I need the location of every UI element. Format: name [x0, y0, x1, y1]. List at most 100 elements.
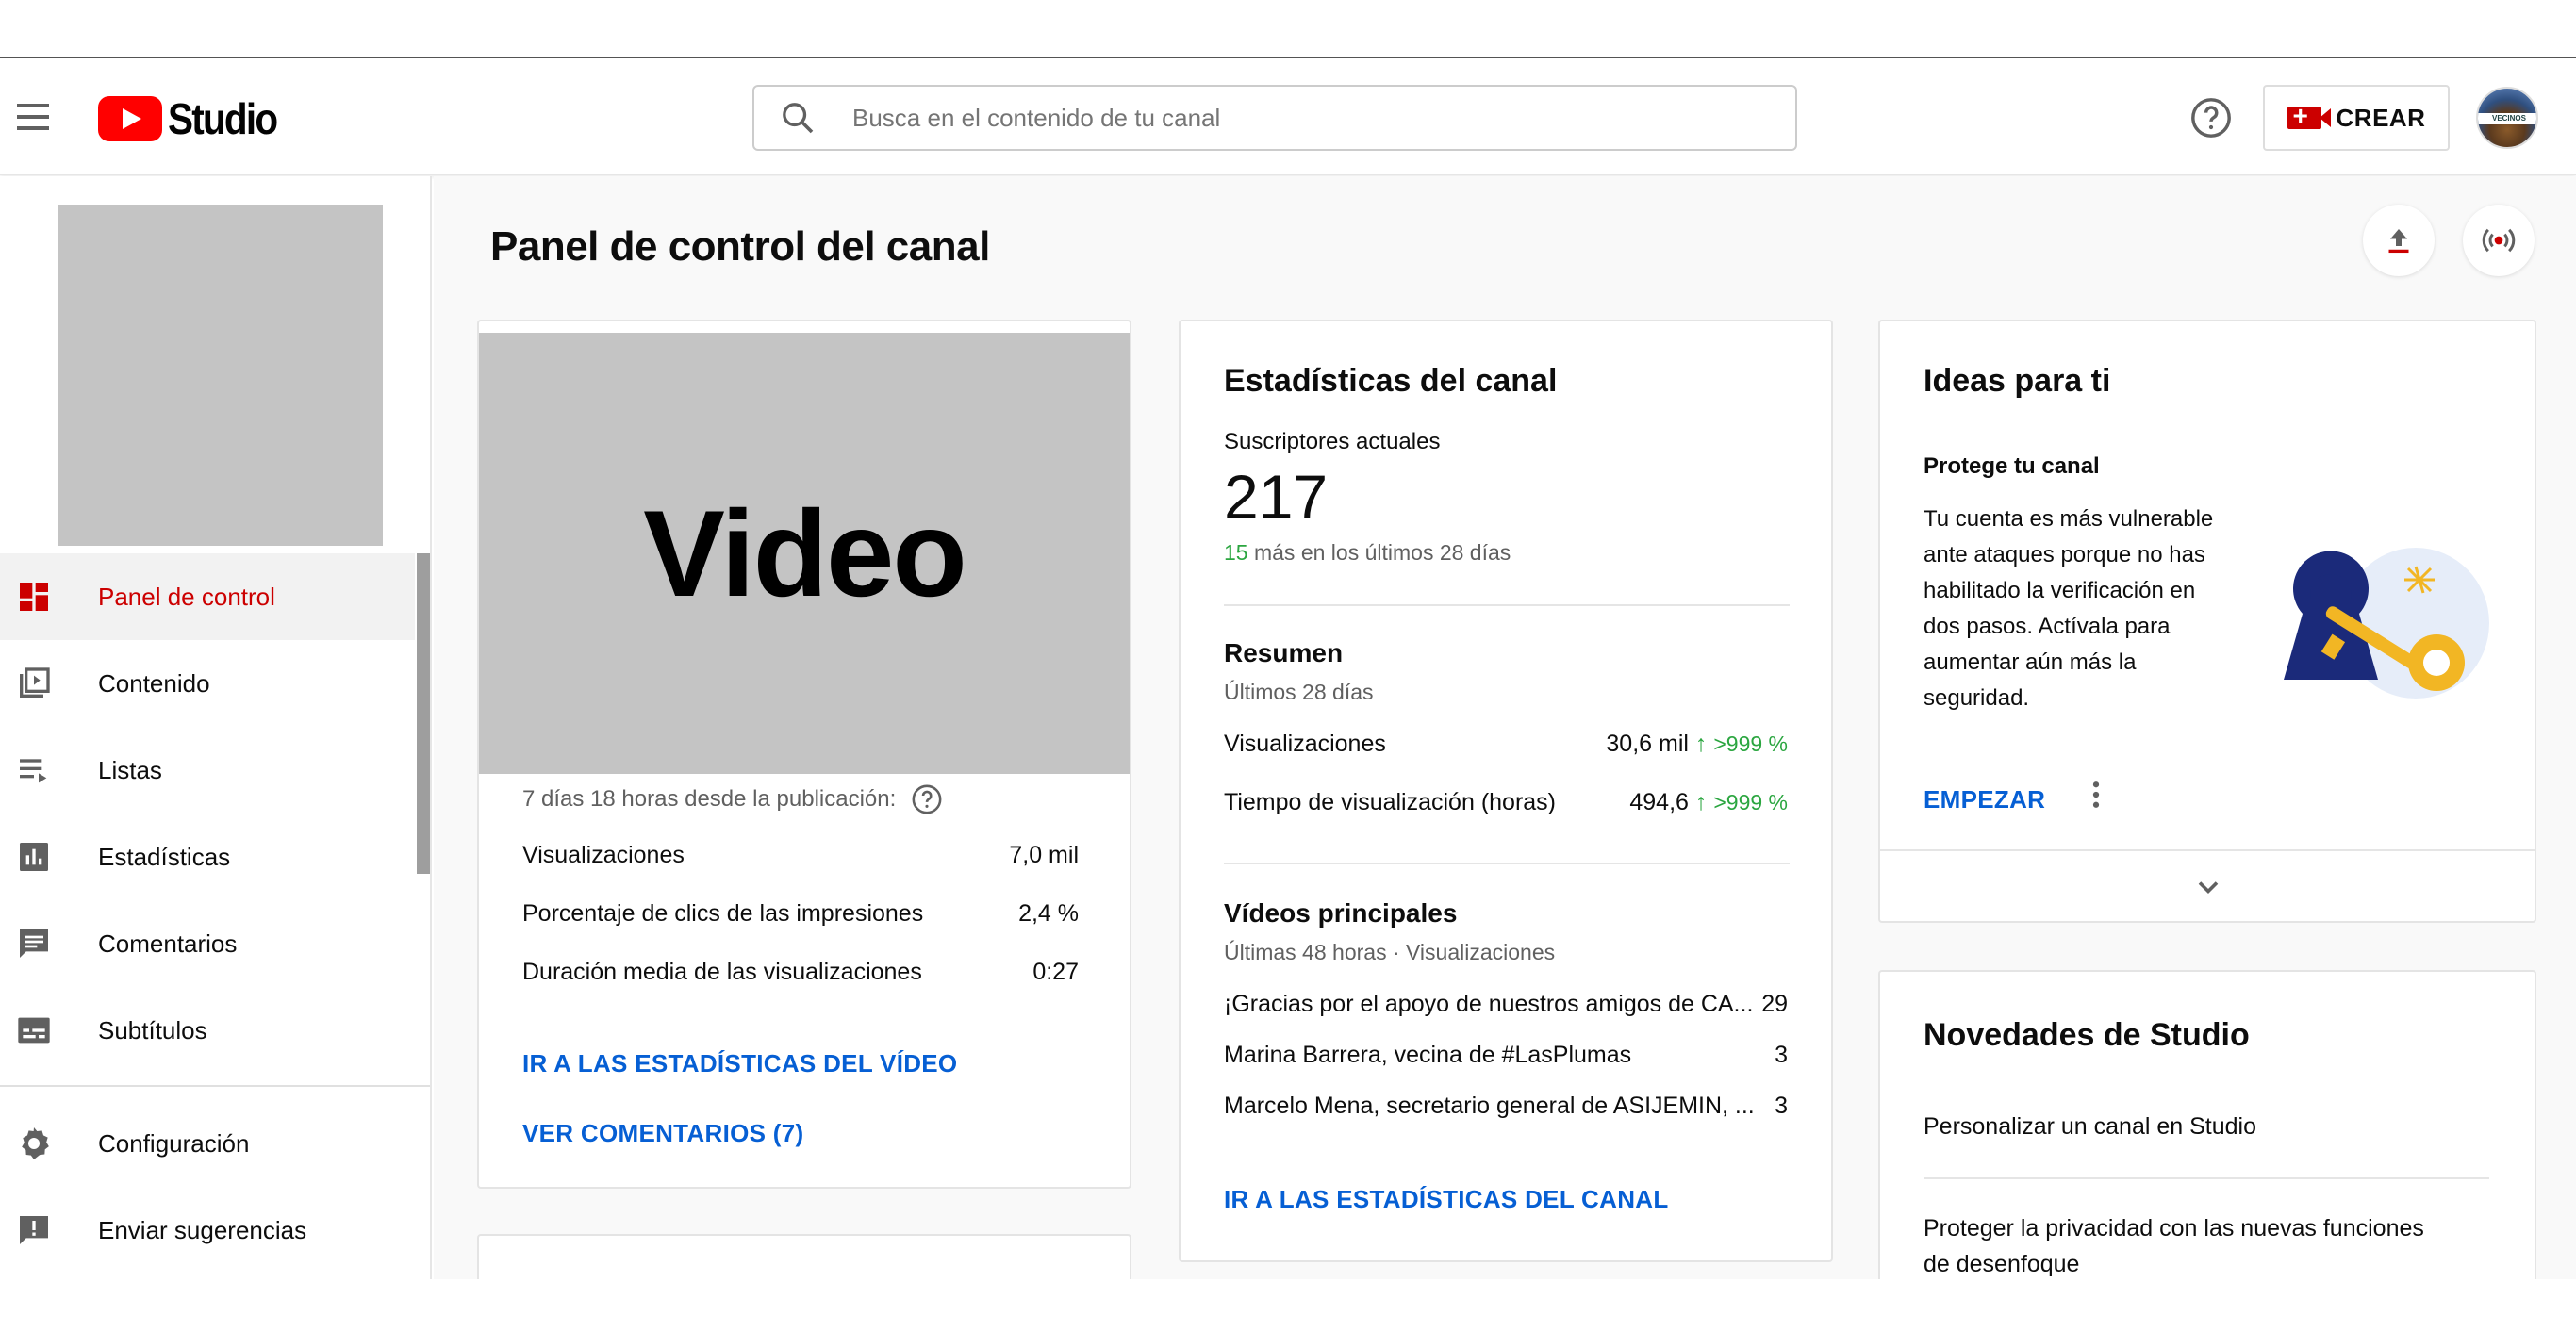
- since-text: 7 días 18 horas desde la publicación:: [522, 786, 897, 812]
- sidebar-item-label: Listas: [98, 755, 162, 784]
- divider: [1224, 863, 1790, 864]
- news-item[interactable]: Personalizar un canal en Studio: [1924, 1113, 2256, 1141]
- app-header: Studio CREAR VECINOS: [0, 58, 2576, 175]
- upload-button[interactable]: [2363, 205, 2435, 276]
- sidebar-item-content[interactable]: Contenido: [0, 640, 415, 727]
- ideas-card: Ideas para ti Protege tu canal Tu cuenta…: [1878, 320, 2536, 923]
- video-stats-link[interactable]: IR A LAS ESTADÍSTICAS DEL VÍDEO: [522, 1049, 957, 1078]
- sidebar-scrollbar[interactable]: [417, 553, 430, 874]
- metric-value: 7,0 mil: [1009, 842, 1079, 868]
- top-video-title[interactable]: ¡Gracias por el apoyo de nuestros amigos…: [1224, 991, 1753, 1018]
- sidebar-item-label: Enviar sugerencias: [98, 1215, 307, 1244]
- studio-news-card: Novedades de Studio Personalizar un cana…: [1878, 970, 2536, 1279]
- sidebar-item-playlists[interactable]: Listas: [0, 727, 415, 814]
- card-title: Estadísticas del canal: [1224, 363, 1558, 399]
- idea-body-line: seguridad.: [1924, 685, 2030, 711]
- comment-icon: [15, 925, 53, 962]
- sidebar: Panel de control Contenido Listas Estadí…: [0, 176, 432, 1279]
- sidebar-item-settings[interactable]: Configuración: [0, 1100, 415, 1187]
- sidebar-item-label: Estadísticas: [98, 842, 231, 871]
- idea-subtitle: Protege tu canal: [1924, 453, 2100, 479]
- search-box[interactable]: [752, 85, 1797, 151]
- help-icon[interactable]: [2189, 96, 2233, 140]
- idea-body-line: ante ataques porque no has: [1924, 542, 2205, 567]
- summary-subtitle: Últimos 28 días: [1224, 680, 1374, 704]
- divider: [1224, 604, 1790, 606]
- metric-label: Visualizaciones: [522, 842, 685, 868]
- sidebar-item-label: Panel de control: [98, 582, 275, 611]
- top-video-title[interactable]: Marina Barrera, vecina de #LasPlumas: [1224, 1042, 1631, 1069]
- create-label: CREAR: [2336, 103, 2426, 132]
- divider: [1924, 1177, 2489, 1179]
- live-button[interactable]: [2463, 205, 2535, 276]
- get-started-button[interactable]: EMPEZAR: [1924, 785, 2045, 814]
- top-video-views: 29: [1761, 991, 1788, 1017]
- avatar[interactable]: VECINOS: [2476, 87, 2538, 149]
- page-title: Panel de control del canal: [490, 223, 990, 270]
- video-library-icon: [15, 665, 53, 702]
- summary-label: Tiempo de visualización (horas): [1224, 789, 1557, 815]
- summary-value: 494,6 ↑ >999 %: [1629, 789, 1788, 816]
- subtitles-icon: [15, 1011, 53, 1049]
- metric-value: 2,4 %: [1018, 900, 1079, 927]
- subscribers-delta: 15 más en los últimos 28 días: [1224, 540, 1511, 566]
- live-broadcast-icon: [2482, 228, 2516, 253]
- video-comments-link[interactable]: VER COMENTARIOS (7): [522, 1119, 803, 1148]
- top-video-views: 3: [1775, 1093, 1788, 1119]
- sidebar-divider: [0, 1085, 430, 1087]
- sidebar-item-comments[interactable]: Comentarios: [0, 900, 415, 987]
- subscribers-label: Suscriptores actuales: [1224, 429, 1441, 454]
- news-item[interactable]: de desenfoque: [1924, 1251, 2079, 1278]
- idea-body-line: habilitado la verificación en: [1924, 578, 2196, 603]
- top-video-title[interactable]: Marcelo Mena, secretario general de ASIJ…: [1224, 1093, 1755, 1120]
- card-title: Novedades de Studio: [1924, 1017, 2250, 1053]
- sidebar-item-label: Subtítulos: [98, 1015, 207, 1044]
- delta-text: más en los últimos 28 días: [1247, 540, 1511, 565]
- sidebar-item-analytics[interactable]: Estadísticas: [0, 814, 415, 900]
- since-published: 7 días 18 horas desde la publicación:: [522, 783, 943, 815]
- news-item[interactable]: Proteger la privacidad con las nuevas fu…: [1924, 1215, 2424, 1242]
- logo-text: Studio: [168, 94, 278, 143]
- sidebar-item-subtitles[interactable]: Subtítulos: [0, 987, 415, 1074]
- security-key-illustration: [2274, 538, 2491, 727]
- hamburger-menu-icon[interactable]: [13, 98, 51, 136]
- top-video-views: 3: [1775, 1042, 1788, 1068]
- help-icon[interactable]: [911, 783, 943, 815]
- sidebar-item-feedback[interactable]: Enviar sugerencias: [0, 1187, 415, 1274]
- metric-value: 0:27: [1032, 959, 1079, 985]
- expand-button[interactable]: [1880, 849, 2536, 923]
- gear-icon: [15, 1125, 53, 1162]
- sidebar-item-dashboard[interactable]: Panel de control: [0, 553, 415, 640]
- more-options-icon[interactable]: [2089, 778, 2118, 815]
- channel-stats-link[interactable]: IR A LAS ESTADÍSTICAS DEL CANAL: [1224, 1185, 1669, 1214]
- summary-title: Resumen: [1224, 638, 1344, 667]
- idea-body-line: Tu cuenta es más vulnerable: [1924, 506, 2214, 532]
- video-thumb-label: Video: [643, 485, 967, 622]
- dashboard-icon: [15, 578, 53, 616]
- feedback-icon: [15, 1211, 53, 1249]
- studio-logo[interactable]: Studio: [98, 94, 291, 143]
- channel-thumbnail[interactable]: [58, 205, 383, 546]
- top-videos-title: Vídeos principales: [1224, 898, 1458, 928]
- subscribers-count: 217: [1224, 462, 1329, 532]
- metric-label: Porcentaje de clics de las impresiones: [522, 900, 924, 927]
- summary-value: 30,6 mil ↑ >999 %: [1606, 731, 1788, 758]
- create-button[interactable]: CREAR: [2263, 85, 2450, 151]
- idea-body-line: dos pasos. Actívala para: [1924, 614, 2171, 639]
- upload-icon: [2388, 229, 2409, 254]
- card-title: Ideas para ti: [1924, 363, 2111, 399]
- sidebar-item-label: Configuración: [98, 1128, 250, 1158]
- summary-trend: >999 %: [1713, 732, 1788, 756]
- metric-label: Duración media de las visualizaciones: [522, 959, 922, 985]
- next-card: [477, 1234, 1131, 1279]
- summary-trend: >999 %: [1713, 790, 1788, 814]
- summary-label: Visualizaciones: [1224, 731, 1386, 757]
- top-videos-subtitle: Últimas 48 horas · Visualizaciones: [1224, 940, 1556, 964]
- trend-up-icon: ↑: [1694, 789, 1708, 815]
- video-thumbnail[interactable]: Video: [479, 333, 1130, 774]
- avatar-text: VECINOS: [2478, 113, 2536, 124]
- youtube-play-icon: [98, 96, 162, 141]
- idea-body-line: aumentar aún más la: [1924, 650, 2137, 675]
- analytics-icon: [15, 838, 53, 876]
- search-input[interactable]: [852, 103, 1701, 133]
